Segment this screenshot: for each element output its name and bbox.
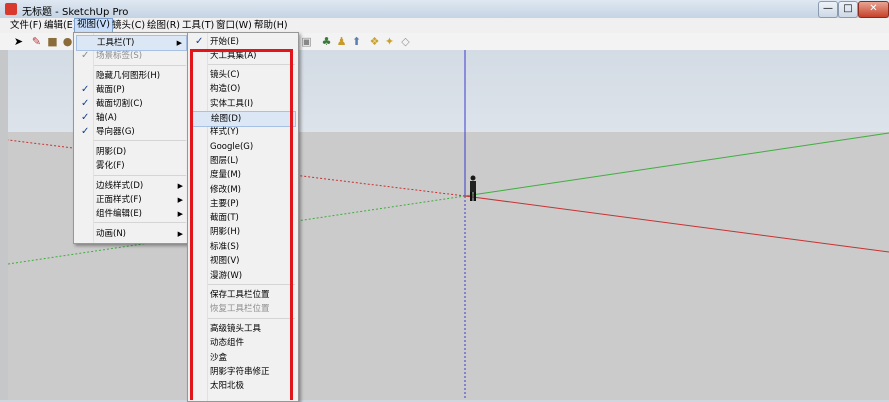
toolbar-submenu-label: 开始(E) (210, 37, 240, 47)
check-icon: ✓ (81, 112, 90, 123)
menu-separator (94, 140, 186, 141)
view-menu-item-12[interactable]: 动画(N) ▶ (76, 227, 187, 241)
submenu-arrow-icon: ▶ (177, 210, 183, 218)
close-button[interactable]: ✕ (858, 1, 889, 18)
view-menu-dropdown: 工具栏(T) ▶ ✓ 场景标签(S) 隐藏几何图形(H) ✓ 截面(P) ✓ 截面切割(C) ✓ 轴… (73, 32, 190, 244)
view-menu-label: 雾化(F) (96, 161, 125, 171)
view-menu-label: 工具栏(T) (97, 38, 135, 48)
component-icon[interactable]: ❖ (368, 35, 381, 48)
view-menu-label: 阴影(D) (96, 147, 127, 157)
view-menu-item-6[interactable]: ✓ 导向器(G) (76, 125, 187, 139)
submenu-arrow-icon: ▶ (176, 39, 182, 47)
minimize-button[interactable]: — (818, 1, 838, 18)
green-axis (464, 132, 889, 197)
warehouse-icon[interactable]: ✦ (383, 35, 396, 48)
menu-draw[interactable]: 绘图(R) (145, 19, 182, 32)
menu-separator (94, 65, 186, 66)
view-menu-label: 正面样式(F) (96, 195, 142, 205)
view-menu-label: 边线样式(D) (96, 181, 144, 191)
select-arrow-icon[interactable]: ➤ (12, 35, 25, 48)
view-menu-item-10[interactable]: 正面样式(F) ▶ (76, 193, 187, 207)
person-figure[interactable] (468, 175, 478, 201)
view-menu-label: 场景标签(S) (96, 51, 143, 61)
view-menu-label: 截面(P) (96, 85, 125, 95)
menu-file[interactable]: 文件(F) (8, 19, 44, 32)
check-icon: ✓ (81, 84, 90, 95)
check-icon: ✓ (195, 36, 204, 47)
person-icon[interactable]: ♟ (335, 35, 348, 48)
toolbar-submenu-item-0[interactable]: ✓ 开始(E) (190, 35, 296, 49)
sketchup-app-icon (5, 3, 17, 15)
view-menu-label: 截面切割(C) (96, 99, 143, 109)
menu-window[interactable]: 窗口(W) (214, 19, 254, 32)
view-menu-item-11[interactable]: 组件编辑(E) ▶ (76, 207, 187, 221)
menu-camera[interactable]: 镜头(C) (110, 19, 147, 32)
check-icon: ✓ (81, 98, 90, 109)
view-menu-item-5[interactable]: ✓ 轴(A) (76, 111, 187, 125)
submenu-arrow-icon: ▶ (177, 196, 183, 204)
check-icon: ✓ (81, 126, 90, 137)
menu-bar: 文件(F) 编辑(E) 视图(V) 镜头(C) 绘图(R) 工具(T) 窗口(W… (0, 18, 889, 33)
view-menu-label: 组件编辑(E) (96, 209, 143, 219)
view-menu-item-3[interactable]: ✓ 截面(P) (76, 83, 187, 97)
check-icon: ✓ (81, 50, 90, 61)
menu-separator (94, 222, 186, 223)
share-model-icon[interactable]: ⬆ (350, 35, 363, 48)
add-location-icon[interactable]: ▣ (300, 35, 313, 48)
terrain-icon[interactable]: ♣ (320, 35, 333, 48)
view-menu-label: 隐藏几何图形(H) (96, 71, 161, 81)
rectangle-icon[interactable]: ■ (46, 35, 59, 48)
highlight-annotation-box (190, 49, 293, 400)
view-menu-item-4[interactable]: ✓ 截面切割(C) (76, 97, 187, 111)
view-menu-item-1: ✓ 场景标签(S) (76, 49, 187, 63)
pencil-icon[interactable]: ✎ (30, 35, 43, 48)
red-axis (464, 195, 889, 253)
menu-tools[interactable]: 工具(T) (180, 19, 216, 32)
view-menu-label: 导向器(G) (96, 127, 135, 137)
menu-separator (94, 175, 186, 176)
menu-help[interactable]: 帮助(H) (252, 19, 290, 32)
window-title: 无标题 - SketchUp Pro (22, 7, 129, 18)
menu-view[interactable]: 视图(V) (74, 18, 113, 33)
submenu-arrow-icon: ▶ (177, 230, 183, 238)
view-menu-item-9[interactable]: 边线样式(D) ▶ (76, 179, 187, 193)
view-menu-label: 动画(N) (96, 229, 126, 239)
submenu-arrow-icon: ▶ (177, 182, 183, 190)
extension-icon[interactable]: ◇ (399, 35, 412, 48)
view-menu-label: 轴(A) (96, 113, 117, 123)
menu-edit[interactable]: 编辑(E) (42, 19, 78, 32)
view-menu-item-7[interactable]: 阴影(D) (76, 145, 187, 159)
title-bar: 无标题 - SketchUp Pro — □ ✕ (0, 0, 889, 19)
view-menu-item-8[interactable]: 雾化(F) (76, 159, 187, 173)
maximize-button[interactable]: □ (838, 1, 858, 18)
view-menu-item-2[interactable]: 隐藏几何图形(H) (76, 69, 187, 83)
